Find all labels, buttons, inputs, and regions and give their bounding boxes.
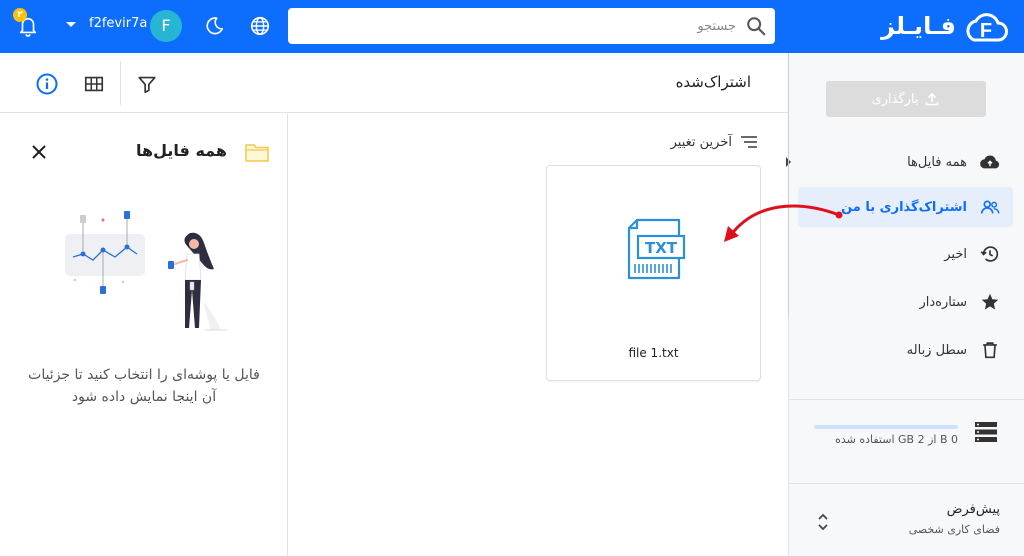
sidebar-item-label: همه فایل‌ها bbox=[907, 154, 967, 170]
cloud-upload-icon bbox=[980, 155, 1000, 169]
search-box[interactable] bbox=[288, 8, 775, 44]
page-title: اشتراک‌شده bbox=[675, 73, 751, 91]
dark-mode-moon-icon[interactable] bbox=[203, 15, 225, 37]
file-type-label: TXT bbox=[645, 239, 678, 257]
annotation-arrow-icon bbox=[724, 204, 843, 242]
workspace-title[interactable]: پیش‌فرض bbox=[947, 502, 1000, 517]
sidebar-item-trash[interactable]: سطل زباله bbox=[798, 330, 1013, 370]
sidebar-item-label: اخیر bbox=[944, 246, 967, 262]
sidebar: بارگذاری همه فایل‌ها اشتراک‌گذاری با من … bbox=[786, 53, 1024, 556]
details-empty-message: فایل یا پوشه‌ای را انتخاب کنید تا جزئیات… bbox=[28, 367, 260, 405]
search-input[interactable] bbox=[296, 8, 736, 44]
sidebar-item-label: اشتراک‌گذاری با من bbox=[841, 199, 967, 215]
history-icon bbox=[980, 246, 999, 262]
sidebar-item-label: سطل زباله bbox=[906, 342, 967, 358]
user-avatar[interactable]: F bbox=[150, 10, 182, 42]
info-icon[interactable] bbox=[35, 72, 59, 96]
star-icon bbox=[981, 293, 999, 310]
filter-icon[interactable] bbox=[136, 73, 158, 95]
header-divider bbox=[120, 61, 121, 105]
sidebar-scrollbar[interactable] bbox=[788, 53, 789, 318]
language-globe-icon[interactable] bbox=[249, 15, 271, 37]
upload-button-label: بارگذاری bbox=[871, 91, 919, 107]
upload-button[interactable]: بارگذاری bbox=[826, 81, 986, 117]
sidebar-item-label: ستاره‌دار bbox=[919, 294, 967, 310]
brand-logo[interactable]: فـایـلز F bbox=[881, 6, 1008, 46]
search-icon[interactable] bbox=[745, 15, 767, 37]
txt-file-icon: TXT bbox=[627, 218, 686, 280]
sort-control[interactable]: آخرین تغییر bbox=[671, 134, 758, 150]
sidebar-item-starred[interactable]: ستاره‌دار bbox=[798, 282, 1013, 322]
sort-icon bbox=[741, 136, 757, 148]
brand-name: فـایـلز bbox=[881, 12, 956, 40]
details-title: همه فایل‌ها bbox=[136, 141, 227, 160]
sort-label: آخرین تغییر bbox=[670, 134, 732, 150]
storage-icon bbox=[975, 422, 997, 442]
main-header: اشتراک‌شده bbox=[0, 53, 788, 113]
details-panel: همه فایل‌ها فایل یا پوشه‌ای را انتخاب کن… bbox=[0, 114, 288, 556]
workspace-switch-icon[interactable] bbox=[816, 511, 830, 533]
user-menu-chevron-down-icon[interactable] bbox=[66, 22, 76, 27]
sidebar-divider bbox=[788, 399, 1024, 400]
top-bar: فـایـلز F F f2fevir7a ۲ bbox=[0, 0, 1024, 53]
grid-view-icon[interactable] bbox=[83, 73, 105, 95]
folder-icon bbox=[245, 144, 269, 162]
sidebar-divider bbox=[788, 483, 1024, 484]
logo-letter: F bbox=[980, 20, 992, 42]
upload-icon bbox=[926, 92, 939, 106]
workspace-subtitle: فضای کاری شخصی bbox=[908, 523, 1000, 536]
sidebar-item-all-files[interactable]: همه فایل‌ها bbox=[786, 142, 1013, 182]
user-name[interactable]: f2fevir7a bbox=[89, 16, 147, 31]
storage-usage-text: 0 B از 2 GB استفاده شده bbox=[835, 433, 958, 446]
people-icon bbox=[980, 200, 1000, 214]
file-name: file 1.txt bbox=[628, 346, 679, 360]
cloud-logo-icon: F bbox=[966, 13, 1008, 42]
close-icon[interactable] bbox=[30, 143, 48, 161]
notification-count-badge: ۲ bbox=[13, 8, 27, 22]
storage-usage-bar bbox=[814, 425, 958, 429]
empty-state-illustration bbox=[65, 211, 227, 331]
trash-icon bbox=[983, 342, 997, 359]
